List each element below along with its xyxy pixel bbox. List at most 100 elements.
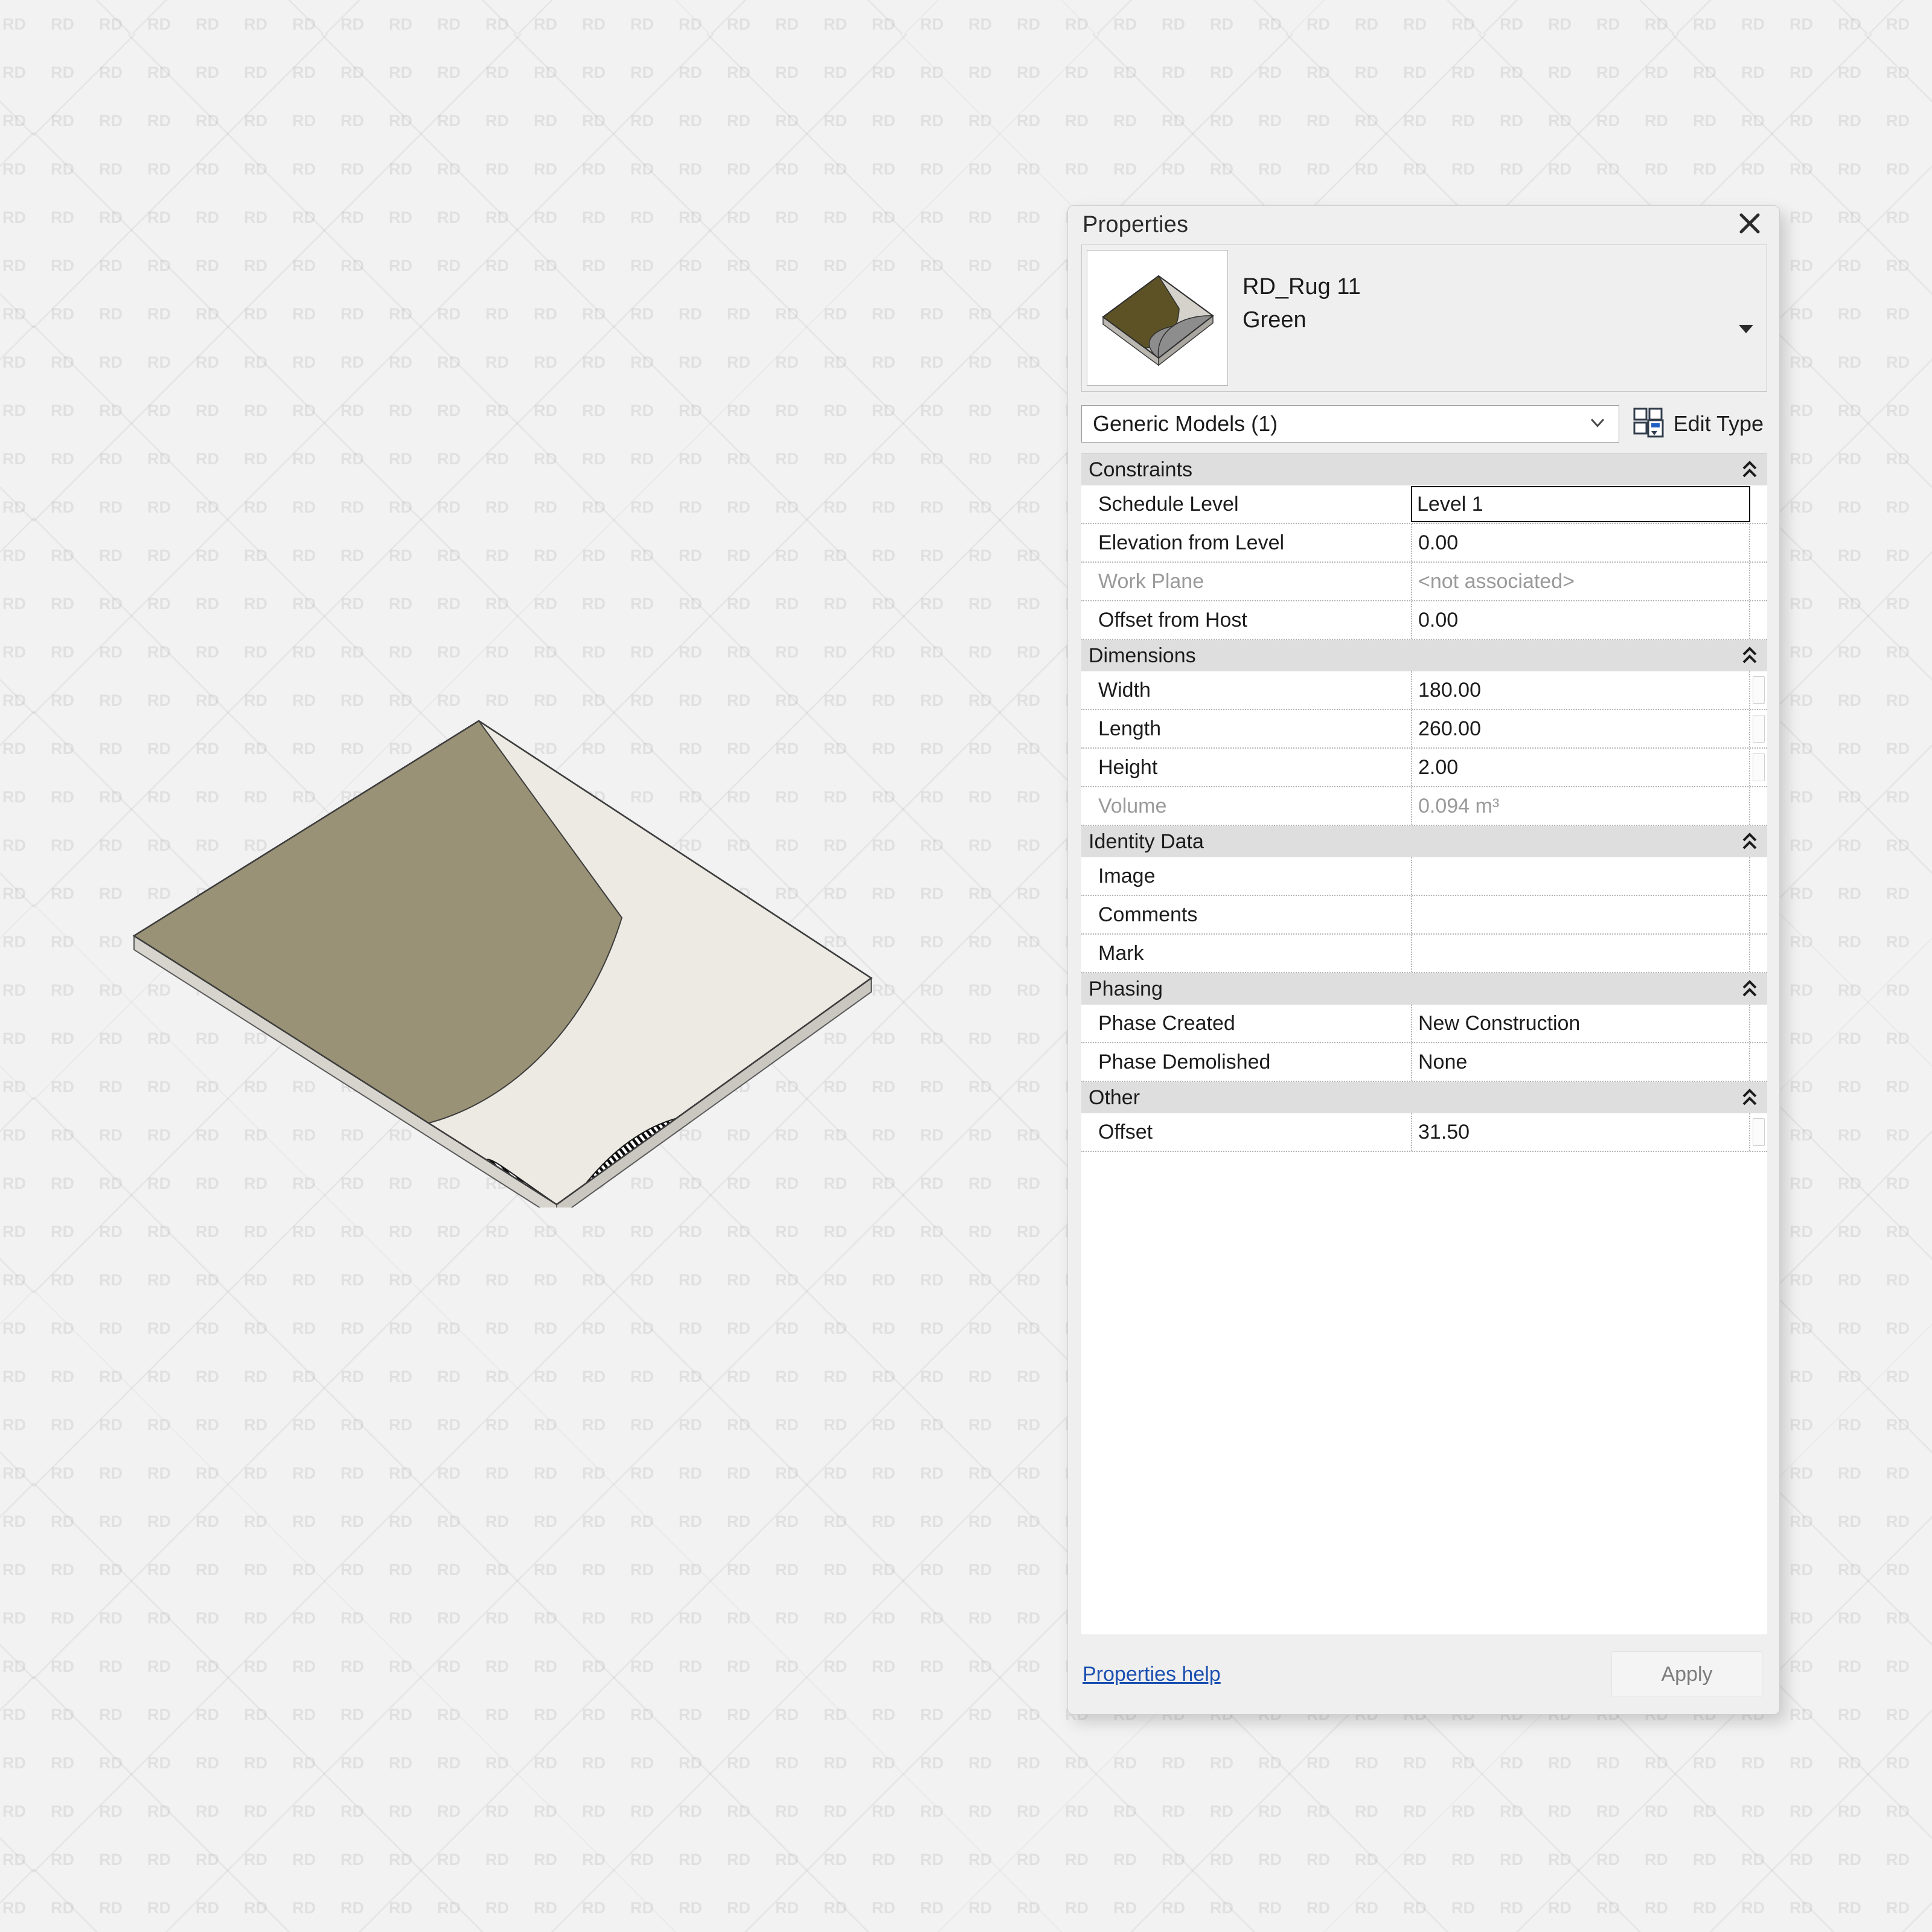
spinner-box	[1753, 939, 1765, 967]
watermark-text: RD	[1014, 1739, 1063, 1787]
watermark-text: RD	[918, 1546, 966, 1594]
properties-help-link[interactable]: Properties help	[1083, 1663, 1221, 1686]
table-row[interactable]: Image	[1081, 857, 1767, 896]
watermark-text: RD	[1884, 1208, 1932, 1256]
watermark-text: RD	[0, 1642, 48, 1690]
property-value[interactable]	[1411, 935, 1750, 972]
table-row[interactable]: Width180.00	[1081, 671, 1767, 710]
table-row[interactable]: Elevation from Level0.00	[1081, 524, 1767, 563]
property-value[interactable]: 0.00	[1411, 524, 1750, 561]
watermark-text: RD	[338, 145, 386, 193]
value-spinner-button[interactable]	[1750, 1113, 1767, 1151]
double-chevron-up-icon[interactable]	[1741, 1087, 1759, 1108]
table-row[interactable]: Mark	[1081, 935, 1767, 973]
watermark-text: RD	[0, 1546, 48, 1594]
watermark-text: RD	[338, 628, 386, 676]
table-row[interactable]: Offset31.50	[1081, 1113, 1767, 1152]
table-row[interactable]: Phase DemolishedNone	[1081, 1043, 1767, 1082]
table-row[interactable]: Length260.00	[1081, 710, 1767, 749]
watermark-text: RD	[1884, 1642, 1932, 1690]
rug-3d-model[interactable]	[91, 694, 936, 1208]
spinner-box[interactable]	[1753, 676, 1765, 704]
spinner-box[interactable]	[1753, 753, 1765, 781]
watermark-text: RD	[821, 48, 869, 97]
watermark-text: RD	[145, 1690, 193, 1739]
panel-titlebar[interactable]: Properties	[1068, 206, 1779, 243]
watermark-text: RD	[0, 48, 48, 97]
group-header-dimensions[interactable]: Dimensions	[1081, 640, 1767, 671]
watermark-text: RD	[1690, 1787, 1739, 1835]
group-header-identity-data[interactable]: Identity Data	[1081, 826, 1767, 857]
watermark-text: RD	[724, 1208, 773, 1256]
watermark-text: RD	[1642, 145, 1690, 193]
watermark-text: RD	[1014, 580, 1063, 628]
watermark-text: RD	[966, 1304, 1014, 1352]
value-spinner-button[interactable]	[1750, 749, 1767, 786]
watermark-text: RD	[0, 580, 48, 628]
group-header-other[interactable]: Other	[1081, 1082, 1767, 1113]
spinner-box	[1753, 529, 1765, 557]
watermark-text: RD	[1304, 145, 1352, 193]
table-row[interactable]: Work Plane<not associated>	[1081, 563, 1767, 601]
watermark-text: RD	[1063, 145, 1111, 193]
watermark-text: RD	[338, 1304, 386, 1352]
close-icon[interactable]	[1735, 208, 1765, 238]
watermark-text: RD	[1401, 48, 1449, 97]
watermark-text: RD	[531, 1352, 580, 1401]
watermark-text: RD	[145, 386, 193, 435]
watermark-text: RD	[1787, 1014, 1835, 1063]
watermark-text: RD	[145, 628, 193, 676]
apply-button[interactable]: Apply	[1611, 1651, 1762, 1697]
table-row[interactable]: Volume0.094 m³	[1081, 787, 1767, 826]
watermark-text: RD	[48, 1690, 97, 1739]
table-row[interactable]: Comments	[1081, 896, 1767, 935]
watermark-text: RD	[966, 773, 1014, 821]
watermark-text: RD	[1014, 1497, 1063, 1546]
double-chevron-up-icon[interactable]	[1741, 979, 1759, 999]
table-row[interactable]: Schedule LevelLevel 1	[1081, 485, 1767, 524]
watermark-text: RD	[145, 483, 193, 531]
value-spinner-button[interactable]	[1750, 671, 1767, 709]
spinner-box[interactable]	[1753, 715, 1765, 743]
watermark-text: RD	[1014, 966, 1063, 1014]
type-selector-dropdown[interactable]: Generic Models (1)	[1081, 405, 1619, 443]
watermark-text: RD	[1546, 97, 1594, 145]
double-chevron-up-icon[interactable]	[1741, 459, 1759, 480]
watermark-text: RD	[290, 386, 338, 435]
property-value[interactable]: None	[1411, 1043, 1750, 1081]
watermark-text: RD	[0, 628, 48, 676]
watermark-text: RD	[918, 1835, 966, 1884]
double-chevron-up-icon[interactable]	[1741, 645, 1759, 666]
watermark-text: RD	[1449, 145, 1497, 193]
chevron-down-icon[interactable]	[1735, 318, 1757, 339]
spinner-box[interactable]	[1753, 1118, 1765, 1146]
property-value[interactable]: 180.00	[1411, 671, 1750, 709]
value-spinner-button[interactable]	[1750, 710, 1767, 747]
group-header-constraints[interactable]: Constraints	[1081, 454, 1767, 485]
property-value[interactable]: Level 1	[1411, 486, 1750, 522]
watermark-text: RD	[290, 628, 338, 676]
watermark-text: RD	[918, 1304, 966, 1352]
property-value[interactable]	[1411, 857, 1750, 895]
table-row[interactable]: Height2.00	[1081, 749, 1767, 787]
watermark-text: RD	[483, 338, 531, 386]
property-value[interactable]: 31.50	[1411, 1113, 1750, 1151]
watermark-text: RD	[1787, 869, 1835, 918]
table-row[interactable]: Phase CreatedNew Construction	[1081, 1005, 1767, 1043]
watermark-text: RD	[580, 290, 628, 338]
table-row[interactable]: Offset from Host0.00	[1081, 601, 1767, 640]
property-value[interactable]: 2.00	[1411, 749, 1750, 786]
watermark-text: RD	[338, 0, 386, 48]
watermark-text: RD	[966, 193, 1014, 242]
property-value[interactable]: New Construction	[1411, 1005, 1750, 1042]
watermark-text: RD	[821, 1546, 869, 1594]
property-value[interactable]: 0.00	[1411, 601, 1750, 639]
group-header-phasing[interactable]: Phasing	[1081, 973, 1767, 1005]
family-name: RD_Rug 11	[1243, 274, 1361, 300]
edit-type-button[interactable]: Edit Type	[1633, 407, 1767, 441]
watermark-text: RD	[628, 531, 676, 580]
property-value[interactable]	[1411, 896, 1750, 933]
watermark-text: RD	[1884, 1063, 1932, 1111]
property-value[interactable]: 260.00	[1411, 710, 1750, 747]
double-chevron-up-icon[interactable]	[1741, 831, 1759, 852]
